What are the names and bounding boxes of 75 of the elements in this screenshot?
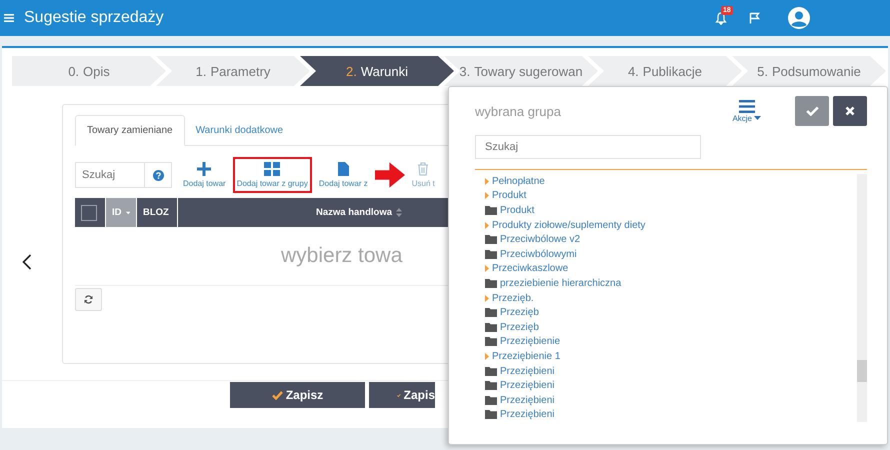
caret-icon[interactable] xyxy=(485,352,489,360)
wizard-step[interactable]: 1. Parametry xyxy=(156,56,310,86)
caret-icon[interactable] xyxy=(485,222,489,229)
tab[interactable]: Warunki dodatkowe xyxy=(184,115,294,145)
arrow-icon xyxy=(374,162,405,188)
caret-icon xyxy=(754,116,761,120)
tree-item[interactable]: Przeziębieni xyxy=(485,364,857,378)
trash-icon xyxy=(417,162,430,176)
column-header[interactable]: BLOZ xyxy=(137,198,178,227)
tree-item[interactable]: Przeziębieni xyxy=(485,392,857,408)
search-field[interactable]: Szukaj xyxy=(75,162,172,188)
select-all-checkbox[interactable] xyxy=(81,204,97,220)
tree-item[interactable]: Przezięb xyxy=(485,320,857,335)
check-icon xyxy=(806,106,818,116)
empty-table-message: wybierz towa xyxy=(281,244,402,268)
wizard-step[interactable]: 0. Opis xyxy=(12,56,166,86)
wizard-step[interactable]: 5. Podsumowanie xyxy=(732,56,886,86)
folder-icon xyxy=(485,235,497,244)
scrollbar[interactable] xyxy=(857,174,867,422)
tree-item[interactable]: Produkty ziołowe/suplementy diety xyxy=(485,218,857,232)
toolbar-button[interactable]: Dodaj towar xyxy=(179,157,230,193)
caret-icon[interactable] xyxy=(485,265,489,272)
sort-caret-icon xyxy=(126,210,130,214)
refresh-button[interactable] xyxy=(75,288,102,311)
tree-item[interactable]: Pełnopłatne xyxy=(485,174,857,189)
search-field[interactable]: Szukaj xyxy=(475,135,701,159)
tree-item[interactable]: Przeciwkaszlowe xyxy=(485,262,857,276)
tree-item[interactable]: Przeciwbólowe v2 xyxy=(485,232,857,247)
tree-item[interactable]: Przeciwbólowymi xyxy=(485,246,857,262)
dialog-title: wybrana grupa xyxy=(475,104,562,118)
folder-icon xyxy=(485,206,497,215)
toolbar-button[interactable]: Dodaj towar z xyxy=(314,157,372,193)
folder-icon xyxy=(485,278,497,288)
sort-icon xyxy=(396,208,402,217)
tree-item[interactable]: Produkt xyxy=(485,203,857,218)
tree-item[interactable]: Przeziębienie xyxy=(485,334,857,350)
page-title: Sugestie sprzedaży xyxy=(24,9,164,27)
folder-icon xyxy=(485,308,497,318)
avatar-icon[interactable] xyxy=(788,7,810,29)
column-header[interactable]: ID xyxy=(106,198,137,227)
tree-item[interactable]: Przeziębienie 1 xyxy=(485,349,857,364)
refresh-icon xyxy=(84,295,93,304)
toolbar-button[interactable]: Dodaj towar z grupy xyxy=(232,157,312,193)
caret-icon[interactable] xyxy=(485,294,489,302)
folder-icon xyxy=(485,322,497,332)
tree-item[interactable]: Przeziębieni xyxy=(485,378,857,393)
flag-icon[interactable] xyxy=(749,12,760,24)
grid-icon xyxy=(264,162,280,176)
actions-menu-button[interactable]: Akcje xyxy=(732,100,761,122)
folder-icon xyxy=(485,396,497,405)
tab[interactable]: Towary zamieniane xyxy=(75,115,185,146)
tree-item[interactable]: Produkt xyxy=(485,188,857,204)
folder-icon xyxy=(485,337,497,346)
tree-item[interactable]: Przezięb xyxy=(485,305,857,320)
check-icon xyxy=(272,390,283,400)
wizard-step[interactable]: 2. Warunki xyxy=(300,56,454,86)
wizard-step[interactable]: 3. Towary sugerowan xyxy=(444,56,598,86)
close-icon xyxy=(845,106,855,116)
help-icon[interactable] xyxy=(152,170,164,180)
bell-icon[interactable] xyxy=(715,12,727,24)
folder-icon xyxy=(485,381,497,390)
document-icon xyxy=(337,162,350,176)
folder-icon xyxy=(485,410,497,420)
save-button[interactable]: Zapisz xyxy=(230,382,365,408)
close-button[interactable] xyxy=(833,96,867,126)
save-button[interactable]: Zapis xyxy=(369,382,435,408)
wizard-step[interactable]: 4. Publikacje xyxy=(588,56,742,86)
tree-item[interactable]: przeziebienie hierarchiczna xyxy=(485,276,857,291)
menu-icon[interactable] xyxy=(4,14,14,22)
folder-icon xyxy=(485,366,497,376)
menu-icon xyxy=(738,100,755,112)
folder-icon xyxy=(485,250,497,259)
plus-icon xyxy=(197,162,212,176)
tree-item[interactable]: Przezięb. xyxy=(485,290,857,306)
tree-item[interactable]: Przeziębieni xyxy=(485,408,857,422)
